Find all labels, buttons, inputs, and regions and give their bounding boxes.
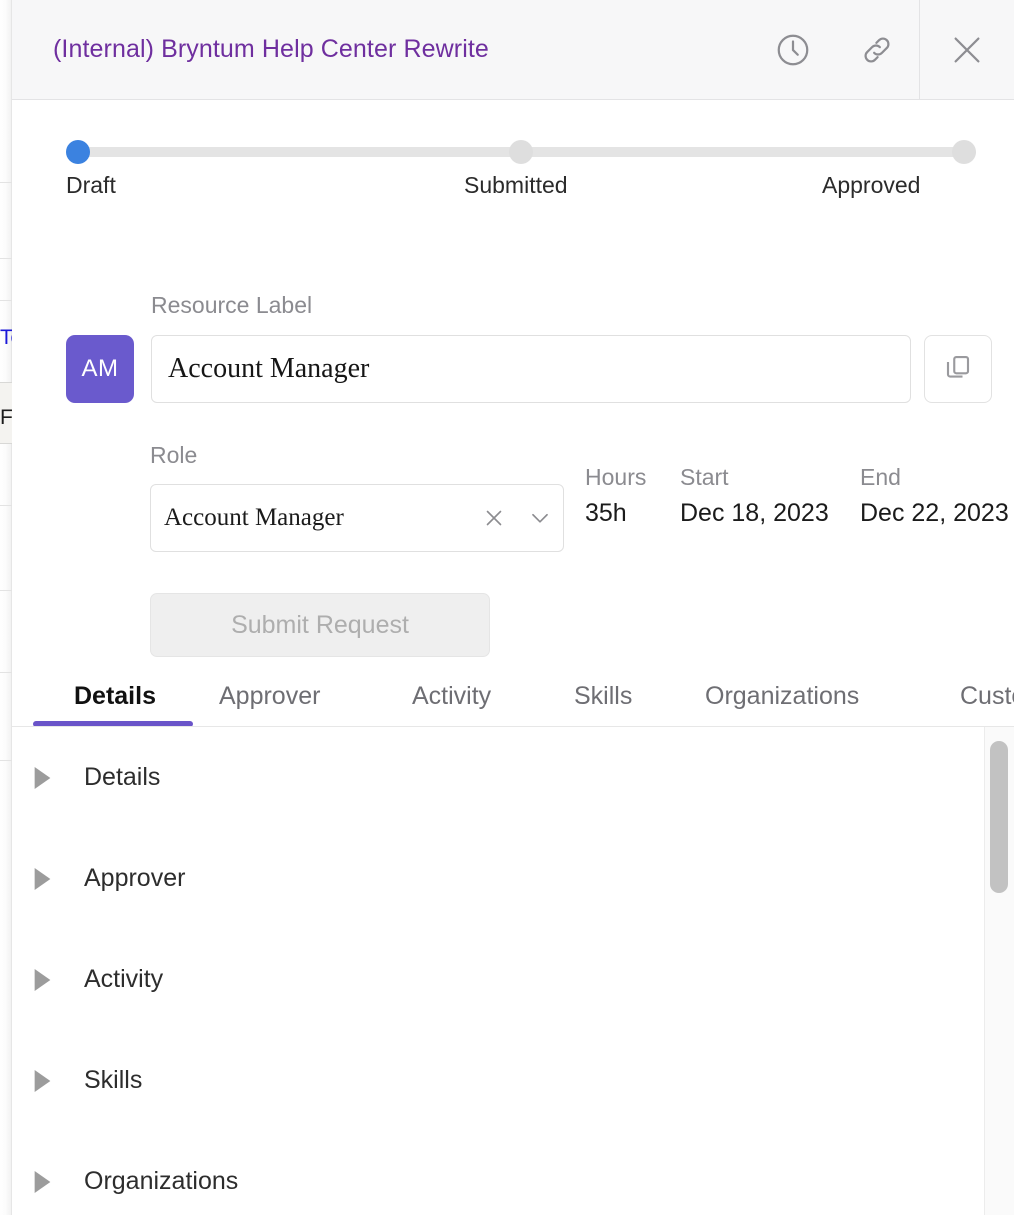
tab-bar: Details Approver Activity Skills Organiz… (12, 665, 1014, 727)
start-caption: Start (680, 464, 729, 490)
end-date-field: End Dec 22, 2023 (860, 464, 1009, 528)
tab-approver[interactable]: Approver (219, 665, 320, 726)
stepper-label-submitted: Submitted (464, 172, 568, 198)
panel-header: (Internal) Bryntum Help Center Rewrite (12, 0, 1014, 100)
panel-body: Draft Submitted Approved Resource Label … (12, 100, 1014, 1215)
page-title: (Internal) Bryntum Help Center Rewrite (53, 35, 489, 63)
accordion-item-skills[interactable]: Skills (12, 1030, 1014, 1131)
tab-details[interactable]: Details (74, 665, 156, 726)
avatar: AM (66, 335, 134, 403)
chevron-right-icon[interactable] (12, 968, 72, 991)
chevron-down-icon[interactable] (517, 484, 563, 552)
copy-icon (943, 352, 973, 387)
stepper-label-approved: Approved (822, 172, 921, 198)
role-value: Account Manager (164, 504, 344, 531)
stepper-dot-submitted[interactable] (509, 140, 533, 164)
resource-label-input[interactable] (151, 335, 911, 403)
background-row-divider (0, 505, 12, 506)
chevron-right-icon[interactable] (12, 1069, 72, 1092)
submit-request-button[interactable]: Submit Request (150, 593, 490, 657)
status-stepper: Draft Submitted Approved (66, 140, 976, 202)
resource-label-caption: Resource Label (151, 292, 313, 318)
hours-value: 35h (585, 499, 627, 527)
tab-custom-fields[interactable]: Custom Fields (960, 665, 1014, 726)
chevron-right-icon[interactable] (12, 766, 72, 789)
tab-organizations[interactable]: Organizations (705, 665, 859, 726)
background-row-divider (0, 182, 12, 183)
start-value: Dec 18, 2023 (680, 499, 829, 527)
tab-activity[interactable]: Activity (412, 665, 491, 726)
accordion-item-details[interactable]: Details (12, 727, 1014, 828)
close-icon[interactable] (920, 0, 1014, 100)
hours-caption: Hours (585, 464, 647, 490)
avatar-initials: AM (81, 355, 119, 382)
history-clock-icon[interactable] (751, 0, 835, 100)
role-caption: Role (150, 442, 198, 468)
accordion-item-approver[interactable]: Approver (12, 828, 1014, 929)
accordion-item-organizations[interactable]: Organizations (12, 1131, 1014, 1215)
end-caption: End (860, 464, 901, 490)
stepper-label-draft: Draft (66, 172, 116, 198)
tab-skills[interactable]: Skills (574, 665, 632, 726)
background-row-divider (0, 590, 12, 591)
chevron-right-icon[interactable] (12, 1170, 72, 1193)
chevron-right-icon[interactable] (12, 867, 72, 890)
end-value: Dec 22, 2023 (860, 499, 1009, 527)
accordion-item-activity[interactable]: Activity (12, 929, 1014, 1030)
accordion-label: Activity (84, 965, 164, 993)
start-date-field: Start Dec 18, 2023 (680, 464, 829, 528)
link-icon[interactable] (835, 0, 919, 100)
scrollbar-thumb[interactable] (990, 741, 1008, 893)
background-row-divider (0, 672, 12, 673)
details-accordion: Details Approver Activity Skills Organiz… (12, 727, 1014, 1215)
submit-request-label: Submit Request (231, 610, 409, 639)
role-select[interactable]: Account Manager (150, 484, 564, 552)
accordion-label: Organizations (84, 1167, 239, 1195)
resource-detail-panel: (Internal) Bryntum Help Center Rewrite D… (12, 0, 1014, 1215)
clear-role-icon[interactable] (471, 484, 517, 552)
resource-label-row: Resource Label AM (66, 292, 996, 403)
hours-field: Hours 35h (585, 464, 646, 528)
stepper-dot-draft[interactable] (66, 140, 90, 164)
background-row-divider (0, 760, 12, 761)
role-row: Role Account Manager Hours 35h Start Dec… (150, 442, 1014, 552)
accordion-label: Skills (84, 1066, 143, 1094)
copy-button[interactable] (924, 335, 992, 403)
background-row-divider (0, 258, 12, 259)
accordion-label: Approver (84, 864, 186, 892)
stepper-dot-approved[interactable] (952, 140, 976, 164)
background-row-divider (0, 300, 12, 301)
header-actions (751, 0, 1014, 100)
accordion-label: Details (84, 763, 161, 791)
